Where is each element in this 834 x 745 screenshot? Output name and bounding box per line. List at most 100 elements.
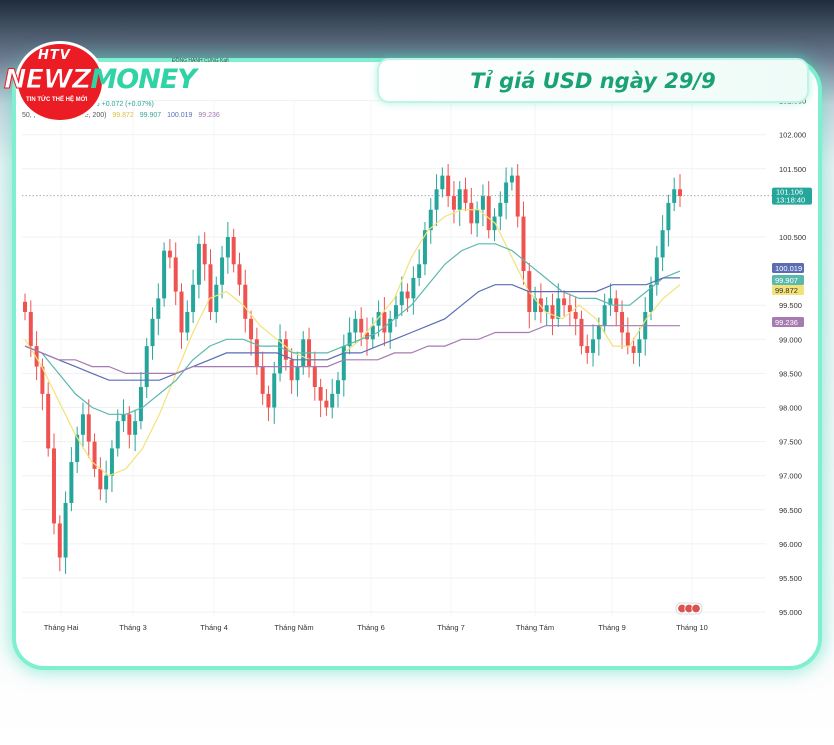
x-tick-label: Tháng Tám [516, 623, 554, 632]
page-title: Tỉ giá USD ngày 29/9 [470, 68, 716, 93]
candle-body [144, 346, 149, 388]
candle-body [185, 312, 190, 333]
candle-body [162, 250, 167, 299]
candle-body [127, 414, 132, 435]
sma-badge-label: 100.019 [775, 264, 802, 273]
candle-body [602, 305, 607, 326]
candle-body [573, 312, 578, 319]
candle-body [672, 189, 677, 203]
candle-body [550, 305, 555, 319]
candle-body [457, 189, 462, 210]
candle-body [324, 400, 329, 408]
x-tick-label: Tháng 7 [437, 623, 465, 632]
candle-body [336, 380, 341, 394]
candle-body [57, 523, 62, 558]
title-banner: Tỉ giá USD ngày 29/9 [377, 58, 809, 103]
candle-body [243, 284, 248, 319]
y-tick-label: 100.500 [779, 233, 806, 242]
countdown-label: 13:18:40 [776, 196, 805, 205]
candle-body [359, 318, 364, 333]
logo-htv-text: HTV [38, 48, 71, 63]
y-tick-label: 102.000 [779, 131, 806, 140]
y-tick-label: 101.500 [779, 165, 806, 174]
y-tick-label: 97.500 [779, 438, 802, 447]
candle-body [69, 462, 74, 503]
x-tick-label: Tháng Năm [274, 623, 313, 632]
candle-body [51, 448, 56, 524]
candle-body [318, 387, 323, 401]
candle-body [556, 298, 561, 319]
candle-body [440, 175, 445, 190]
candle-body [399, 291, 404, 306]
candle-body [278, 339, 283, 374]
candle-body [631, 346, 636, 353]
candle-body [249, 318, 254, 340]
y-tick-label: 95.500 [779, 574, 802, 583]
candle-body [370, 325, 375, 340]
candle-body [46, 393, 51, 449]
logo-wordmark: NEWZMONEY [3, 64, 196, 96]
y-tick-label: 99.500 [779, 301, 802, 310]
candle-body [86, 414, 91, 442]
sma-badge-label: 99.236 [775, 318, 798, 327]
candle-body [562, 298, 567, 306]
candle-body [156, 298, 161, 319]
candle-body [133, 421, 138, 435]
candle-body [637, 339, 642, 353]
candle-body [289, 359, 294, 381]
y-tick-label: 95.000 [779, 608, 802, 617]
candle-body [150, 318, 155, 347]
newzmoney-logo: HTV NEWZMONEY TIN TỨC THẾ HỆ MỚI ĐỒNG HÀ… [2, 44, 237, 120]
candle-body [231, 237, 236, 265]
x-tick-label: Tháng 6 [357, 623, 385, 632]
candle-body [620, 312, 625, 333]
candle-body [272, 373, 277, 408]
candle-body [521, 216, 526, 272]
y-tick-label: 97.000 [779, 472, 802, 481]
x-tick-label: Tháng 10 [676, 623, 708, 632]
candle-body [405, 291, 410, 299]
candle-body [214, 284, 219, 313]
candle-body [266, 393, 271, 408]
candle-body [237, 264, 242, 285]
candle-body [191, 284, 196, 313]
candle-body [196, 243, 201, 285]
candle-body [475, 209, 480, 224]
candle-body [625, 332, 630, 347]
x-tick-label: Tháng 4 [200, 623, 228, 632]
candle-body [591, 339, 596, 353]
candle-body [63, 502, 68, 558]
candle-body [434, 189, 439, 210]
candle-body [179, 291, 184, 333]
y-tick-label: 99.000 [779, 335, 802, 344]
candle-body [515, 175, 520, 217]
us-flag-icon [691, 603, 701, 614]
candle-body [115, 421, 120, 449]
candle-body [80, 414, 85, 435]
logo-word-left: NEWZ [3, 64, 91, 96]
candle-body [121, 414, 126, 422]
candle-body [411, 277, 416, 299]
candle-body [382, 312, 387, 333]
candle-body [585, 346, 590, 353]
candle-body [451, 196, 456, 210]
candle-body [463, 189, 468, 203]
candle-body [596, 325, 601, 340]
x-tick-label: Tháng 3 [119, 623, 147, 632]
candle-body [579, 318, 584, 347]
y-tick-label: 96.500 [779, 506, 802, 515]
candle-body [260, 366, 265, 394]
candle-body [446, 175, 451, 197]
candle-body [504, 182, 509, 203]
candle-body [469, 202, 474, 224]
candle-body [295, 366, 300, 381]
x-tick-label: Tháng Hai [44, 623, 79, 632]
candle-body [660, 230, 665, 258]
candle-body [202, 243, 207, 265]
candle-body [330, 393, 335, 408]
candle-body [486, 196, 491, 231]
candle-body [109, 448, 114, 476]
candle-body [666, 202, 671, 231]
candle-body [98, 468, 103, 490]
logo-partner: ĐỒNG HÀNH CÙNG Kafi [172, 58, 229, 64]
